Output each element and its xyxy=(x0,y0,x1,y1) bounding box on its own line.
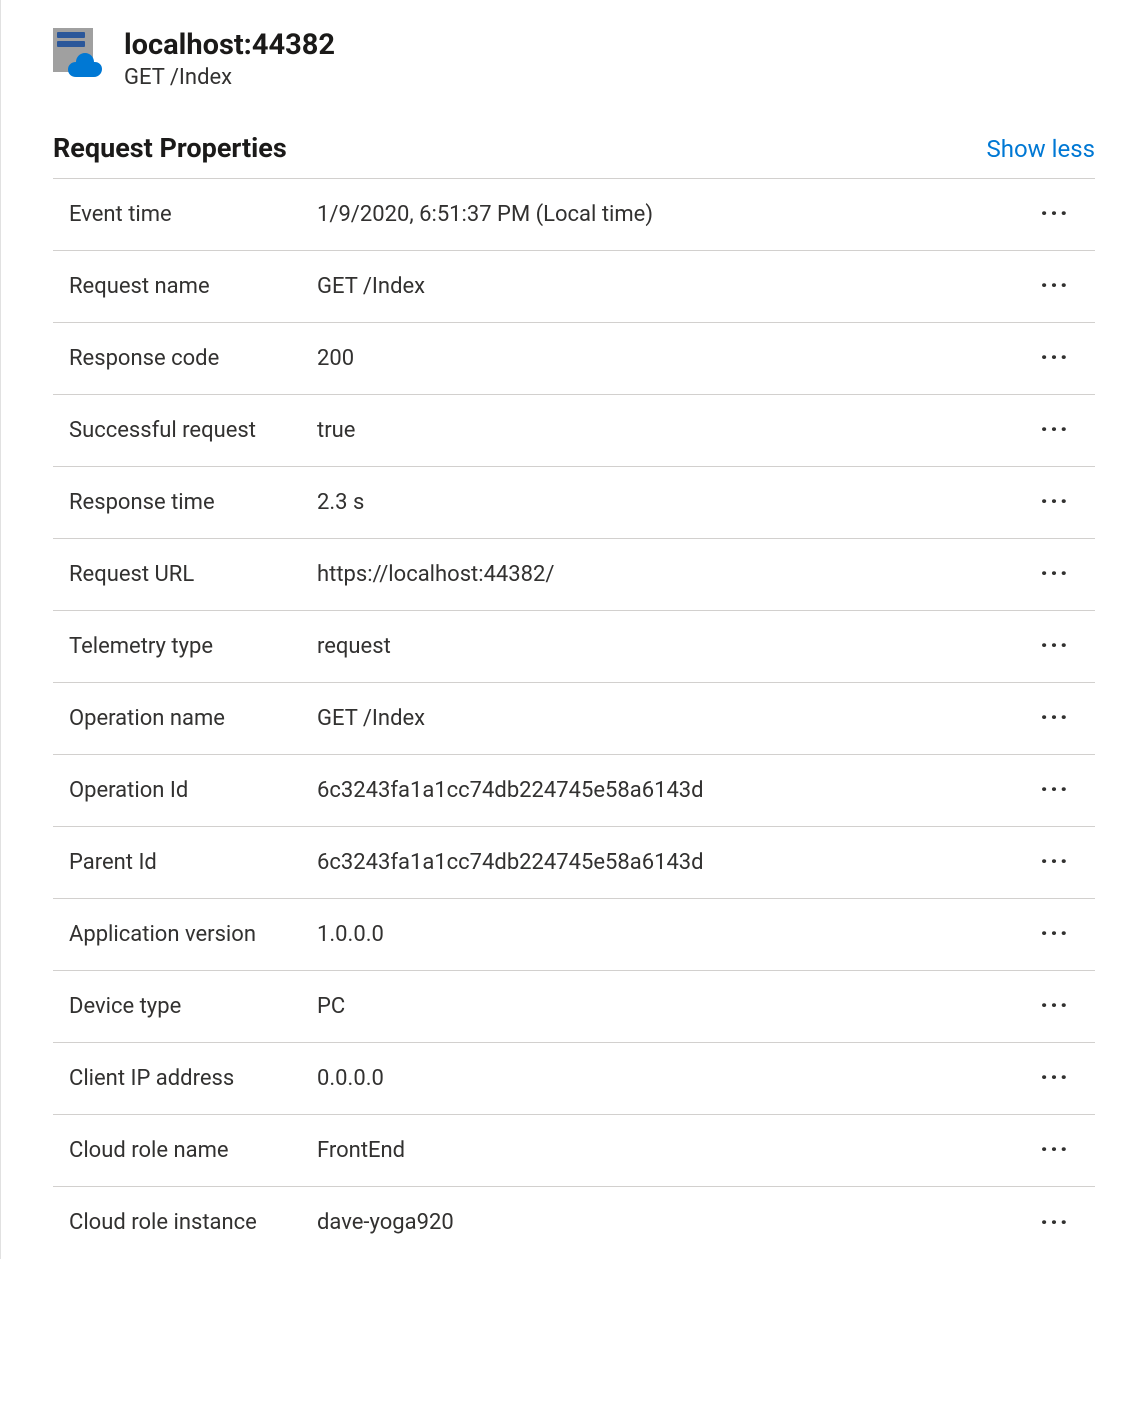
ellipsis-icon: ··· xyxy=(1040,273,1070,299)
ellipsis-icon: ··· xyxy=(1040,417,1070,443)
more-actions-button[interactable]: ··· xyxy=(1035,201,1095,227)
property-row: Request URLhttps://localhost:44382/··· xyxy=(53,539,1095,611)
more-actions-button[interactable]: ··· xyxy=(1035,921,1095,947)
more-actions-button[interactable]: ··· xyxy=(1035,489,1095,515)
property-label: Request name xyxy=(69,274,317,299)
property-label: Request URL xyxy=(69,562,317,587)
property-value: 0.0.0.0 xyxy=(317,1066,1035,1091)
property-label: Application version xyxy=(69,922,317,947)
more-actions-button[interactable]: ··· xyxy=(1035,993,1095,1019)
ellipsis-icon: ··· xyxy=(1040,201,1070,227)
ellipsis-icon: ··· xyxy=(1040,849,1070,875)
more-actions-button[interactable]: ··· xyxy=(1035,273,1095,299)
property-row: Operation nameGET /Index··· xyxy=(53,683,1095,755)
property-row: Cloud role instancedave-yoga920··· xyxy=(53,1187,1095,1259)
property-label: Response code xyxy=(69,346,317,371)
ellipsis-icon: ··· xyxy=(1040,1065,1070,1091)
more-actions-button[interactable]: ··· xyxy=(1035,1210,1095,1236)
more-actions-button[interactable]: ··· xyxy=(1035,345,1095,371)
property-value: 1.0.0.0 xyxy=(317,922,1035,947)
property-value: GET /Index xyxy=(317,274,1035,299)
property-label: Cloud role name xyxy=(69,1138,317,1163)
more-actions-button[interactable]: ··· xyxy=(1035,417,1095,443)
property-row: Response code200··· xyxy=(53,323,1095,395)
page-subtitle: GET /Index xyxy=(124,65,335,90)
more-actions-button[interactable]: ··· xyxy=(1035,849,1095,875)
page-title: localhost:44382 xyxy=(124,28,335,63)
app-insights-icon xyxy=(53,28,98,73)
ellipsis-icon: ··· xyxy=(1040,921,1070,947)
more-actions-button[interactable]: ··· xyxy=(1035,1065,1095,1091)
property-label: Telemetry type xyxy=(69,634,317,659)
property-row: Telemetry typerequest··· xyxy=(53,611,1095,683)
property-value: true xyxy=(317,418,1035,443)
property-row: Application version1.0.0.0··· xyxy=(53,899,1095,971)
property-label: Device type xyxy=(69,994,317,1019)
property-value: https://localhost:44382/ xyxy=(317,562,1035,587)
ellipsis-icon: ··· xyxy=(1040,345,1070,371)
show-less-link[interactable]: Show less xyxy=(987,135,1095,163)
more-actions-button[interactable]: ··· xyxy=(1035,777,1095,803)
property-value: FrontEnd xyxy=(317,1138,1035,1163)
property-value: request xyxy=(317,634,1035,659)
ellipsis-icon: ··· xyxy=(1040,993,1070,1019)
property-row: Successful requesttrue··· xyxy=(53,395,1095,467)
property-label: Cloud role instance xyxy=(69,1210,317,1235)
ellipsis-icon: ··· xyxy=(1040,561,1070,587)
ellipsis-icon: ··· xyxy=(1040,633,1070,659)
ellipsis-icon: ··· xyxy=(1040,1137,1070,1163)
property-row: Request nameGET /Index··· xyxy=(53,251,1095,323)
property-row: Client IP address0.0.0.0··· xyxy=(53,1043,1095,1115)
more-actions-button[interactable]: ··· xyxy=(1035,705,1095,731)
more-actions-button[interactable]: ··· xyxy=(1035,1137,1095,1163)
property-label: Operation name xyxy=(69,706,317,731)
more-actions-button[interactable]: ··· xyxy=(1035,633,1095,659)
property-value: 6c3243fa1a1cc74db224745e58a6143d xyxy=(317,850,1035,875)
properties-table: Event time1/9/2020, 6:51:37 PM (Local ti… xyxy=(53,179,1095,1259)
property-value: 1/9/2020, 6:51:37 PM (Local time) xyxy=(317,202,1035,227)
property-row: Parent Id6c3243fa1a1cc74db224745e58a6143… xyxy=(53,827,1095,899)
property-row: Cloud role nameFrontEnd··· xyxy=(53,1115,1095,1187)
more-actions-button[interactable]: ··· xyxy=(1035,561,1095,587)
property-row: Device typePC··· xyxy=(53,971,1095,1043)
ellipsis-icon: ··· xyxy=(1040,1210,1070,1236)
ellipsis-icon: ··· xyxy=(1040,777,1070,803)
property-row: Event time1/9/2020, 6:51:37 PM (Local ti… xyxy=(53,179,1095,251)
section-header: Request Properties Show less xyxy=(53,132,1095,179)
ellipsis-icon: ··· xyxy=(1040,705,1070,731)
property-value: 2.3 s xyxy=(317,490,1035,515)
property-label: Operation Id xyxy=(69,778,317,803)
property-value: dave-yoga920 xyxy=(317,1210,1035,1235)
property-label: Client IP address xyxy=(69,1066,317,1091)
property-value: 200 xyxy=(317,346,1035,371)
property-label: Successful request xyxy=(69,418,317,443)
section-title: Request Properties xyxy=(53,132,287,164)
property-label: Response time xyxy=(69,490,317,515)
page-header: localhost:44382 GET /Index xyxy=(53,28,1095,90)
property-value: PC xyxy=(317,994,1035,1019)
property-label: Event time xyxy=(69,202,317,227)
property-row: Response time2.3 s··· xyxy=(53,467,1095,539)
ellipsis-icon: ··· xyxy=(1040,489,1070,515)
property-value: GET /Index xyxy=(317,706,1035,731)
property-label: Parent Id xyxy=(69,850,317,875)
property-value: 6c3243fa1a1cc74db224745e58a6143d xyxy=(317,778,1035,803)
property-row: Operation Id6c3243fa1a1cc74db224745e58a6… xyxy=(53,755,1095,827)
